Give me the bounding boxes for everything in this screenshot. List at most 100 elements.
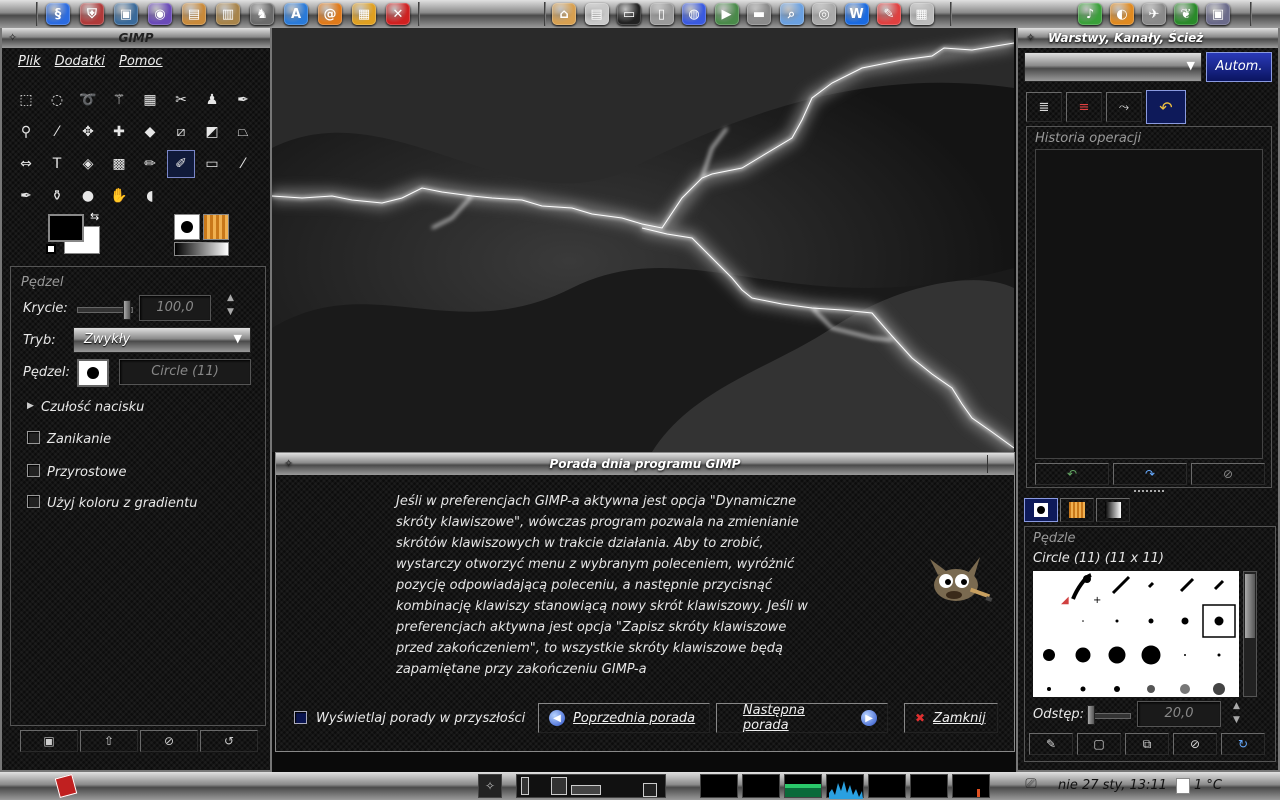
active-gradient-preview[interactable] (174, 242, 229, 256)
active-brush-preview[interactable] (174, 214, 200, 240)
tab-brushes[interactable] (1024, 498, 1058, 522)
history-list[interactable] (1035, 149, 1263, 459)
text-editor-icon[interactable]: A (284, 3, 308, 25)
temperature[interactable]: 1 °C (1194, 778, 1222, 793)
delete-options-button[interactable]: ⊘ (140, 730, 198, 752)
active-pattern-preview[interactable] (203, 214, 229, 240)
paths-icon[interactable]: ✒ (229, 86, 257, 114)
dodge-burn-icon[interactable]: ◖ (136, 182, 164, 210)
ink-icon[interactable]: ✒ (12, 182, 40, 210)
package-icon[interactable]: ▤ (182, 3, 206, 25)
text-icon[interactable]: T (43, 150, 71, 178)
bucket-fill-icon[interactable]: ◈ (74, 150, 102, 178)
notes-icon[interactable]: ✎ (877, 3, 901, 25)
restore-options-button[interactable]: ⇧ (80, 730, 138, 752)
network-icon[interactable]: ◍ (682, 3, 706, 25)
menu-dodatki[interactable]: Dodatki (55, 54, 105, 69)
close-app-icon[interactable]: ✕ (386, 3, 410, 25)
tab-patterns[interactable] (1060, 498, 1094, 522)
drive-icon[interactable]: ▬ (747, 3, 771, 25)
brush-name-field[interactable]: Circle (11) (119, 359, 251, 385)
next-tip-button[interactable]: Następna porada ▶ (716, 703, 888, 733)
trash-icon[interactable]: ▯ (649, 3, 674, 25)
edit-brush-button[interactable]: ✎ (1029, 733, 1073, 755)
fade-checkbox[interactable] (27, 431, 40, 444)
blender-icon[interactable]: ◐ (1110, 3, 1134, 25)
tab-layers[interactable]: ≣ (1026, 92, 1062, 122)
blur-icon[interactable]: ● (74, 182, 102, 210)
incremental-checkbox[interactable] (27, 464, 40, 477)
dock-titlebar[interactable]: ✧ Warstwy, Kanały, Ścież (1018, 28, 1278, 48)
workspace-2[interactable] (551, 777, 567, 795)
airbrush-icon[interactable]: ⁄ (229, 150, 257, 178)
home-icon[interactable]: ⌂ (552, 3, 576, 25)
clone-icon[interactable]: ⚱ (43, 182, 71, 210)
window-menu-icon[interactable]: ✧ (1026, 28, 1035, 48)
brushes-grid[interactable]: ◢ + (1033, 571, 1239, 697)
menu-pomoc[interactable]: Pomoc (119, 54, 163, 69)
paintbrush-icon[interactable]: ✐ (167, 150, 195, 178)
spacing-spin-up-icon[interactable]: ▲ (1233, 701, 1240, 711)
eraser-icon[interactable]: ▭ (198, 150, 226, 178)
tab-undo-history[interactable]: ↶ (1146, 90, 1186, 124)
duplicate-brush-button[interactable]: ⧉ (1125, 733, 1169, 755)
package-manager-icon[interactable]: ▥ (216, 3, 240, 25)
close-button[interactable]: ✖ Zamknij (904, 703, 998, 733)
calculator-icon[interactable]: ▦ (909, 3, 934, 25)
leaf-icon[interactable]: ❦ (1174, 3, 1198, 25)
use-gradient-checkbox[interactable] (27, 495, 40, 508)
delete-brush-button[interactable]: ⊘ (1173, 733, 1217, 755)
tab-channels[interactable]: ≡ (1066, 92, 1102, 122)
menu-plik[interactable]: Plik (18, 54, 41, 69)
tip-dialog-titlebar[interactable]: ✧ Porada dnia programu GIMP (276, 453, 1014, 475)
opacity-slider-handle[interactable] (123, 300, 131, 320)
swirl-icon[interactable]: @ (318, 3, 342, 25)
save-options-button[interactable]: ▣ (20, 730, 78, 752)
ellipse-select-icon[interactable]: ◌ (43, 86, 71, 114)
taskbar-gimp-item[interactable]: ✧ (478, 774, 502, 798)
music-icon[interactable]: ♪ (1078, 3, 1102, 25)
media-player-icon[interactable]: ▶ (714, 3, 739, 25)
window-menu-icon[interactable]: ✧ (8, 28, 17, 48)
spacing-input[interactable]: 20,0 (1137, 701, 1221, 727)
terminal-icon[interactable]: ▭ (617, 3, 641, 25)
dock-resize-handle[interactable] (1134, 490, 1164, 494)
spacing-slider-handle[interactable] (1087, 705, 1095, 725)
scissors-icon[interactable]: ✂ (167, 86, 195, 114)
debian-swirl-icon[interactable]: § (46, 3, 70, 25)
refresh-brushes-button[interactable]: ↻ (1221, 733, 1265, 755)
tab-gradients[interactable] (1096, 498, 1130, 522)
blend-icon[interactable]: ▩ (105, 150, 133, 178)
foreground-select-icon[interactable]: ♟ (198, 86, 226, 114)
zoom-icon[interactable]: ⁄ (43, 118, 71, 146)
pressure-sensitivity-expander[interactable]: Czułość nacisku (41, 400, 144, 415)
shield-icon[interactable]: ⛨ (80, 3, 104, 25)
disc-icon[interactable]: ◉ (148, 3, 172, 25)
brushes-scrollbar[interactable] (1243, 571, 1257, 697)
documents-icon[interactable]: ▤ (584, 3, 609, 25)
image-canvas[interactable] (272, 28, 1014, 452)
reset-options-button[interactable]: ↺ (200, 730, 258, 752)
workspace-4[interactable] (643, 783, 657, 797)
scale-icon[interactable]: ⏢ (229, 118, 257, 146)
lasso-icon[interactable]: ➰ (74, 86, 102, 114)
expander-arrow-icon[interactable]: ▶ (27, 401, 34, 411)
color-picker-icon[interactable]: ⚲ (12, 118, 40, 146)
windows-icon[interactable]: ▣ (1206, 3, 1230, 25)
foreground-color-swatch[interactable] (48, 214, 84, 242)
auto-button[interactable]: Autom. (1206, 52, 1272, 82)
smudge-icon[interactable]: ✋ (105, 182, 133, 210)
rotate-icon[interactable]: ◩ (198, 118, 226, 146)
new-brush-button[interactable]: ▢ (1077, 733, 1121, 755)
move-icon[interactable]: ✚ (105, 118, 133, 146)
menu-button[interactable] (48, 774, 84, 798)
undo-button[interactable]: ↶ (1035, 463, 1109, 485)
brush-preview-button[interactable] (77, 359, 109, 387)
window-menu-icon[interactable]: ✧ (284, 453, 293, 475)
pager[interactable] (516, 774, 666, 798)
redo-button[interactable]: ↷ (1113, 463, 1187, 485)
wordprocessor-icon[interactable]: W (844, 3, 869, 25)
game-icon[interactable]: ✈ (1142, 3, 1166, 25)
crop-icon[interactable]: ⧄ (167, 118, 195, 146)
scrollbar-thumb[interactable] (1245, 574, 1255, 638)
